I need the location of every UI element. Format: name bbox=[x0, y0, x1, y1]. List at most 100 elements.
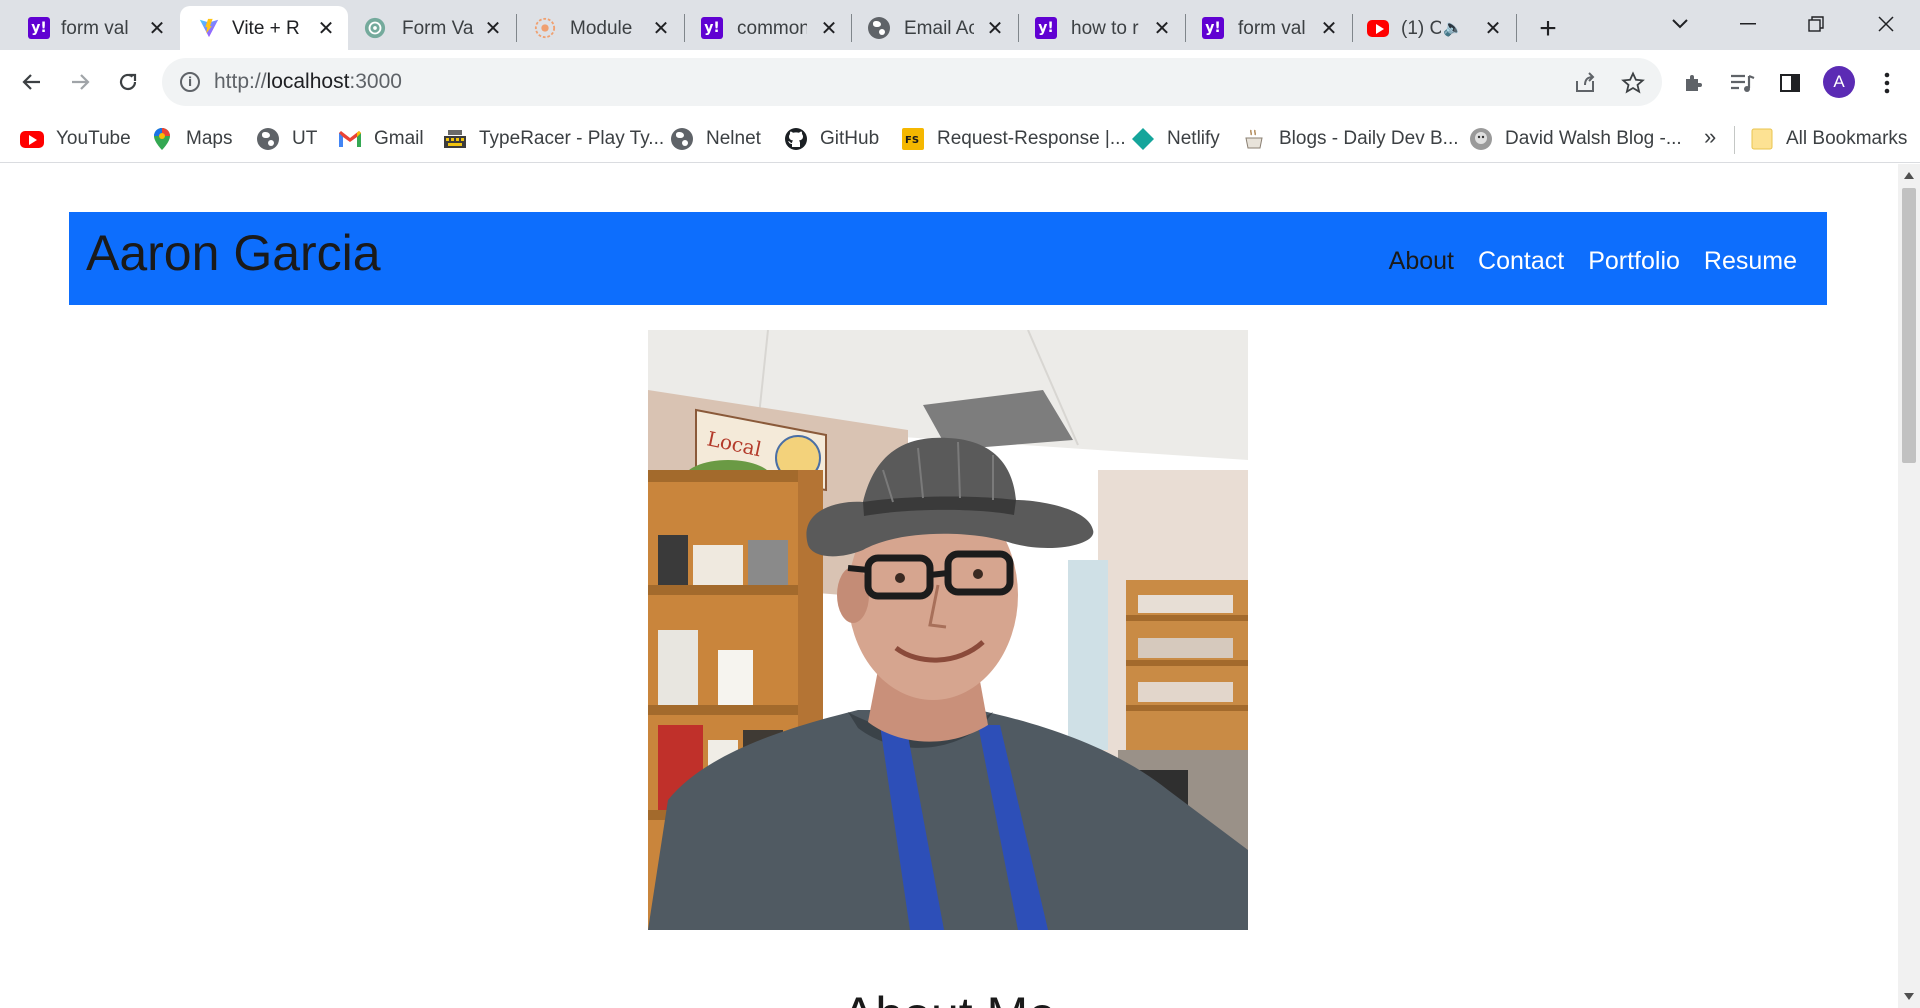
bookmark-david-walsh[interactable]: David Walsh Blog -... bbox=[1469, 123, 1682, 155]
site-navbar: Aaron Garcia About Contact Portfolio Res… bbox=[69, 212, 1827, 305]
folder-icon bbox=[1750, 127, 1774, 151]
address-bar[interactable]: i http://localhost:3000 bbox=[162, 58, 1662, 106]
bookmark-label: Maps bbox=[186, 128, 233, 149]
media-control-icon[interactable] bbox=[1725, 66, 1759, 100]
bookmark-maps[interactable]: Maps bbox=[150, 123, 232, 155]
bookmark-label: Netlify bbox=[1167, 128, 1220, 149]
bookmark-youtube[interactable]: YouTube bbox=[20, 123, 131, 155]
browser-tab[interactable]: (1) C 🔈 ✕ bbox=[1353, 6, 1515, 50]
forward-button[interactable] bbox=[62, 64, 98, 100]
restore-button[interactable] bbox=[1786, 6, 1846, 42]
close-window-button[interactable] bbox=[1856, 6, 1916, 42]
davidwalsh-icon bbox=[1469, 127, 1493, 151]
tab-search-button[interactable] bbox=[1650, 6, 1710, 42]
profile-avatar[interactable]: A bbox=[1823, 66, 1855, 98]
bookmark-label: UT bbox=[292, 128, 318, 149]
bookmark-label: TypeRacer - Play Ty... bbox=[479, 128, 665, 149]
coffee-icon bbox=[1243, 127, 1267, 151]
close-tab-icon[interactable]: ✕ bbox=[1150, 16, 1174, 40]
side-panel-icon[interactable] bbox=[1773, 66, 1807, 100]
tab-title: form val bbox=[61, 18, 129, 39]
about-me-heading: About Me bbox=[0, 986, 1898, 1008]
new-tab-button[interactable]: + bbox=[1530, 11, 1566, 47]
tab-title: Module bbox=[570, 18, 633, 39]
close-tab-icon[interactable]: ✕ bbox=[1481, 16, 1505, 40]
bookmark-daily-dev[interactable]: Blogs - Daily Dev B... bbox=[1243, 123, 1459, 155]
all-bookmarks-folder[interactable]: All Bookmarks bbox=[1750, 123, 1907, 155]
nav-link-contact[interactable]: Contact bbox=[1478, 247, 1564, 276]
browser-tab[interactable]: y! common ✕ bbox=[685, 6, 851, 50]
globe-icon bbox=[256, 127, 280, 151]
share-icon[interactable] bbox=[1572, 70, 1598, 96]
typeracer-icon bbox=[443, 127, 467, 151]
gmail-icon bbox=[338, 127, 362, 151]
browser-tab[interactable]: Email Ac ✕ bbox=[852, 6, 1018, 50]
maps-icon bbox=[150, 127, 174, 151]
bookmarks-divider bbox=[1734, 126, 1735, 154]
bookmark-label: Request-Response |... bbox=[937, 128, 1126, 149]
scroll-up-arrow-icon[interactable] bbox=[1904, 172, 1914, 179]
vite-icon bbox=[198, 17, 220, 39]
scroll-down-arrow-icon[interactable] bbox=[1904, 993, 1914, 1000]
bookmark-netlify[interactable]: Netlify bbox=[1131, 123, 1220, 155]
browser-tab[interactable]: y! how to r ✕ bbox=[1019, 6, 1185, 50]
page-scrollbar[interactable] bbox=[1898, 164, 1920, 1008]
more-bookmarks-button[interactable]: » bbox=[1704, 124, 1716, 150]
browser-tab[interactable]: y! form val ✕ bbox=[0, 6, 180, 50]
nav-link-about[interactable]: About bbox=[1389, 247, 1454, 276]
page-viewport: Aaron Garcia About Contact Portfolio Res… bbox=[0, 164, 1898, 1008]
bookmark-label: All Bookmarks bbox=[1786, 128, 1908, 149]
bookmarks-bar: YouTube Maps UT Gmail TypeRacer - Play T… bbox=[0, 116, 1920, 163]
browser-tab[interactable]: y! form val ✕ bbox=[1186, 6, 1352, 50]
site-brand[interactable]: Aaron Garcia bbox=[86, 224, 381, 282]
close-tab-icon[interactable]: ✕ bbox=[145, 16, 169, 40]
audio-icon[interactable]: 🔈 bbox=[1441, 16, 1465, 40]
close-tab-icon[interactable]: ✕ bbox=[983, 16, 1007, 40]
bookmark-label: Gmail bbox=[374, 128, 424, 149]
tab-title: Vite + R bbox=[232, 18, 300, 39]
close-tab-icon[interactable]: ✕ bbox=[817, 16, 841, 40]
github-icon bbox=[784, 127, 808, 151]
bookmark-star-icon[interactable] bbox=[1620, 70, 1646, 96]
chatgpt-icon bbox=[364, 17, 386, 39]
browser-tab-active[interactable]: Vite + R ✕ bbox=[180, 6, 348, 50]
svg-text:FS: FS bbox=[905, 135, 919, 146]
youtube-icon bbox=[20, 127, 44, 151]
bookmark-typeracer[interactable]: TypeRacer - Play Ty... bbox=[443, 123, 664, 155]
yahoo-icon: y! bbox=[701, 17, 723, 39]
menu-kebab-icon[interactable] bbox=[1870, 66, 1904, 100]
reload-button[interactable] bbox=[110, 64, 146, 100]
minimize-button[interactable] bbox=[1718, 6, 1778, 42]
yahoo-icon: y! bbox=[28, 17, 50, 39]
bookmark-label: Blogs - Daily Dev B... bbox=[1279, 128, 1459, 149]
tab-title: Email Ac bbox=[904, 18, 974, 39]
tab-title: how to r bbox=[1071, 18, 1139, 39]
youtube-icon bbox=[1367, 17, 1389, 39]
profile-photo: Local bbox=[648, 330, 1248, 930]
close-tab-icon[interactable]: ✕ bbox=[314, 16, 338, 40]
yahoo-icon: y! bbox=[1202, 17, 1224, 39]
browser-tab[interactable]: Form Va ✕ bbox=[348, 6, 516, 50]
tab-title: (1) C bbox=[1401, 18, 1441, 39]
close-tab-icon[interactable]: ✕ bbox=[1317, 16, 1341, 40]
scroll-thumb[interactable] bbox=[1902, 188, 1916, 463]
bookmark-label: GitHub bbox=[820, 128, 880, 149]
globe-icon bbox=[868, 17, 890, 39]
tab-strip: y! form val ✕ Vite + R ✕ Form Va ✕ Modul… bbox=[0, 0, 1920, 50]
address-url[interactable]: http://localhost:3000 bbox=[214, 70, 402, 94]
bookmark-request-response[interactable]: FS Request-Response |... bbox=[901, 123, 1126, 155]
bookmark-github[interactable]: GitHub bbox=[784, 123, 879, 155]
bookmark-gmail[interactable]: Gmail bbox=[338, 123, 424, 155]
fs-icon: FS bbox=[901, 127, 925, 151]
site-info-icon[interactable]: i bbox=[180, 72, 200, 92]
close-tab-icon[interactable]: ✕ bbox=[481, 16, 505, 40]
browser-tab[interactable]: Module ✕ bbox=[517, 6, 684, 50]
nav-link-resume[interactable]: Resume bbox=[1704, 247, 1797, 276]
globe-icon bbox=[670, 127, 694, 151]
close-tab-icon[interactable]: ✕ bbox=[649, 16, 673, 40]
back-button[interactable] bbox=[14, 64, 50, 100]
bookmark-nelnet[interactable]: Nelnet bbox=[670, 123, 761, 155]
extensions-icon[interactable] bbox=[1677, 66, 1711, 100]
bookmark-ut[interactable]: UT bbox=[256, 123, 317, 155]
nav-link-portfolio[interactable]: Portfolio bbox=[1588, 247, 1680, 276]
